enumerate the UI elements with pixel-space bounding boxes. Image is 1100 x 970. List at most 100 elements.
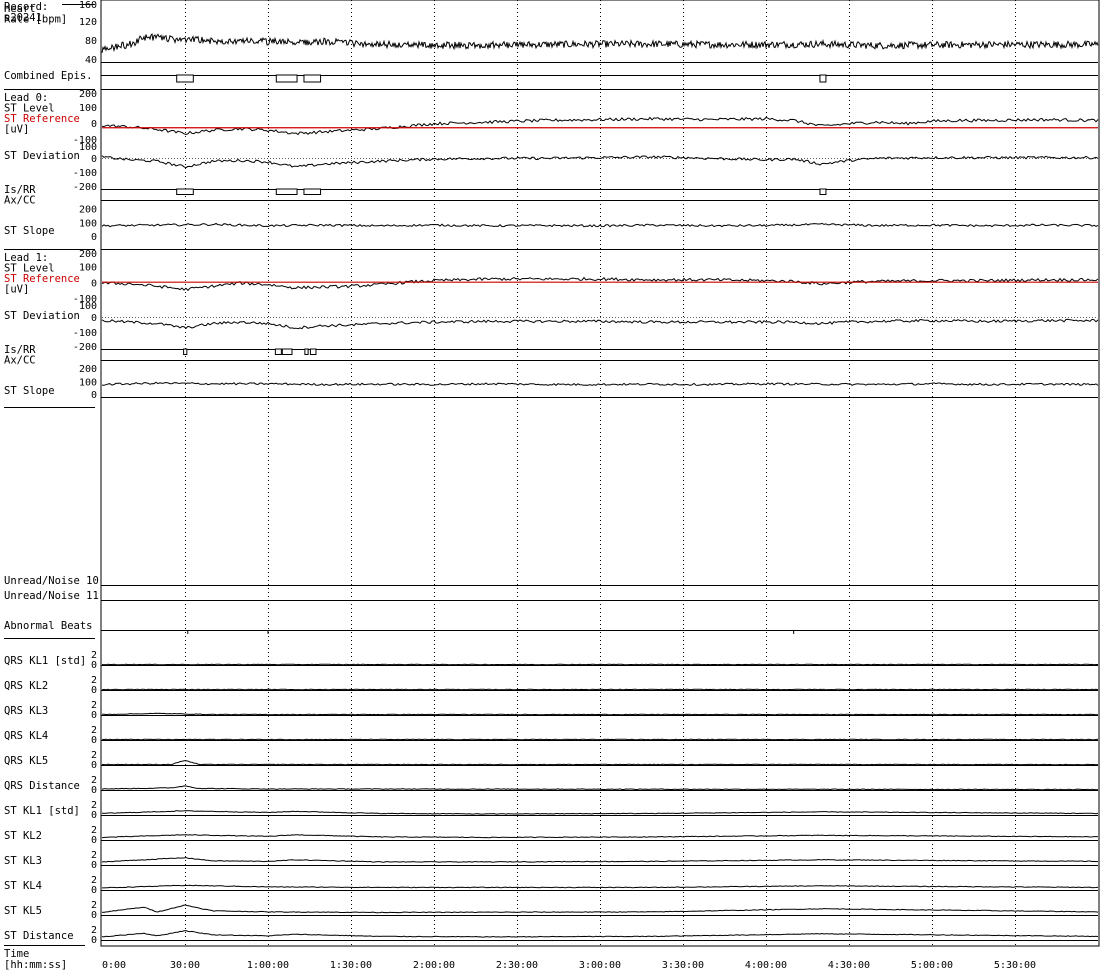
y-tick-label: 0 — [91, 313, 97, 324]
y-tick-label: 0 — [91, 710, 97, 721]
y-tick-label: 40 — [85, 55, 97, 66]
series-st_dist-st-distance — [101, 930, 1099, 938]
series-st_kl4-st-kl4 — [102, 884, 1099, 889]
x-tick-label: 3:00:00 — [579, 960, 621, 970]
panel-label-lead1_dev: ST Deviation — [4, 310, 80, 322]
y-tick-label: 100 — [79, 377, 97, 388]
panel-label-noise11: Unread/Noise 11 — [4, 590, 99, 602]
panel-label-lead0_isrr: Ax/CC — [4, 195, 36, 207]
y-tick-label: 80 — [85, 36, 97, 47]
series-qrs_kl1-qrs-kl1 — [102, 663, 1098, 666]
panel-label-qrs_kl2: QRS KL2 — [4, 680, 48, 692]
y-tick-label: 100 — [79, 301, 97, 312]
y-tick-label: 200 — [79, 89, 97, 100]
y-tick-label: 120 — [79, 17, 97, 28]
episode-box — [183, 348, 188, 355]
x-tick-label: 30:00 — [170, 960, 200, 970]
y-tick-label: -100 — [73, 168, 97, 179]
y-tick-label: 0 — [91, 785, 97, 796]
y-tick-label: 0 — [91, 660, 97, 671]
episode-box — [275, 188, 298, 195]
y-tick-label: -100 — [73, 328, 97, 339]
y-tick-label: 0 — [91, 935, 97, 946]
panel-label-st_kl4: ST KL4 — [4, 880, 42, 892]
series-qrs_kl5-qrs-kl5 — [101, 760, 1099, 766]
x-tick-label: 4:30:00 — [828, 960, 870, 970]
panel-label-lead0_slope: ST Slope — [4, 225, 55, 237]
y-tick-label: 0 — [91, 735, 97, 746]
panel-label-epis: Combined Epis. — [4, 70, 93, 82]
y-tick-label: 160 — [79, 0, 97, 11]
panel-label-qrs_kl3: QRS KL3 — [4, 705, 48, 717]
x-tick-label: 5:30:00 — [994, 960, 1036, 970]
panel-label-qrs_dist: QRS Distance — [4, 780, 80, 792]
series-lead0_slope-st-slope — [101, 222, 1099, 228]
y-tick-label: 0 — [91, 810, 97, 821]
panel-label-qrs_kl5: QRS KL5 — [4, 755, 48, 767]
series-st_kl3-st-kl3 — [101, 856, 1099, 863]
panel-label-abnormal: Abnormal Beats — [4, 620, 93, 632]
y-tick-label: 100 — [79, 103, 97, 114]
x-tick-label: 1:00:00 — [247, 960, 289, 970]
y-tick-label: 100 — [79, 219, 97, 230]
episode-box — [819, 74, 827, 83]
panel-label-st_dist: ST Distance — [4, 930, 74, 942]
panel-label-lead0_dev: ST Deviation — [4, 150, 80, 162]
y-tick-label: -200 — [73, 342, 97, 353]
episode-box — [819, 188, 827, 195]
y-tick-label: 0 — [91, 232, 97, 243]
st-analysis-chart: Record:s20241HeartRate [bpm]1601208040Co… — [4, 0, 1100, 970]
y-tick-label: 0 — [91, 685, 97, 696]
series-qrs_kl2-qrs-kl2 — [101, 688, 1099, 691]
episode-box — [309, 348, 317, 355]
panel-label-st_kl5: ST KL5 — [4, 905, 42, 917]
y-tick-label: 200 — [79, 364, 97, 375]
panel-label-noise10: Unread/Noise 10 — [4, 575, 99, 587]
episode-box — [176, 74, 194, 83]
series-lead1_slope-st-slope — [101, 381, 1099, 386]
y-tick-label: 0 — [91, 835, 97, 846]
panel-label-hr: Rate [bpm] — [4, 14, 67, 26]
panel-label-qrs_kl4: QRS KL4 — [4, 730, 48, 742]
x-tick-label: 5:00:00 — [911, 960, 953, 970]
panel-label-st_kl3: ST KL3 — [4, 855, 42, 867]
episode-box — [281, 348, 293, 355]
episode-box — [303, 188, 322, 195]
x-tick-label: 2:00:00 — [413, 960, 455, 970]
x-tick-label: 3:30:00 — [662, 960, 704, 970]
panel-label-lead1_level: [uV] — [4, 284, 29, 296]
episode-box — [303, 74, 322, 83]
panel-label-st_kl2: ST KL2 — [4, 830, 42, 842]
y-tick-label: 200 — [79, 205, 97, 216]
series-qrs_kl4-qrs-kl4 — [101, 738, 1099, 741]
y-tick-label: 0 — [91, 279, 97, 290]
y-tick-label: 0 — [91, 910, 97, 921]
panel-label-qrs_kl1: QRS KL1 [std] — [4, 655, 86, 667]
x-tick-label: 1:30:00 — [330, 960, 372, 970]
panel-label-lead1_isrr: Ax/CC — [4, 355, 36, 367]
y-tick-label: 100 — [79, 142, 97, 153]
y-tick-label: -200 — [73, 182, 97, 193]
panel-label-lead0_level: [uV] — [4, 124, 29, 136]
series-lead0_dev-st-deviation — [101, 155, 1099, 169]
y-tick-label: 200 — [79, 249, 97, 260]
x-axis-unit: [hh:mm:ss] — [4, 959, 67, 970]
y-tick-label: 0 — [91, 154, 97, 165]
y-tick-label: 100 — [79, 263, 97, 274]
episode-box — [176, 188, 194, 195]
x-tick-label: 4:00:00 — [745, 960, 787, 970]
x-tick-label: 2:30:00 — [496, 960, 538, 970]
y-tick-label: 0 — [91, 119, 97, 130]
panel-label-st_kl1: ST KL1 [std] — [4, 805, 80, 817]
y-tick-label: 0 — [91, 860, 97, 871]
episode-box — [275, 74, 298, 83]
series-qrs_dist-qrs-distance — [101, 785, 1099, 791]
x-tick-label: 0:00 — [102, 960, 126, 970]
episode-box — [304, 348, 309, 355]
panel-label-lead1_slope: ST Slope — [4, 385, 55, 397]
y-tick-label: 0 — [91, 885, 97, 896]
series-qrs_kl3-qrs-kl3 — [102, 712, 1099, 716]
episode-box — [274, 348, 282, 355]
y-tick-label: 0 — [91, 390, 97, 401]
y-tick-label: 0 — [91, 760, 97, 771]
